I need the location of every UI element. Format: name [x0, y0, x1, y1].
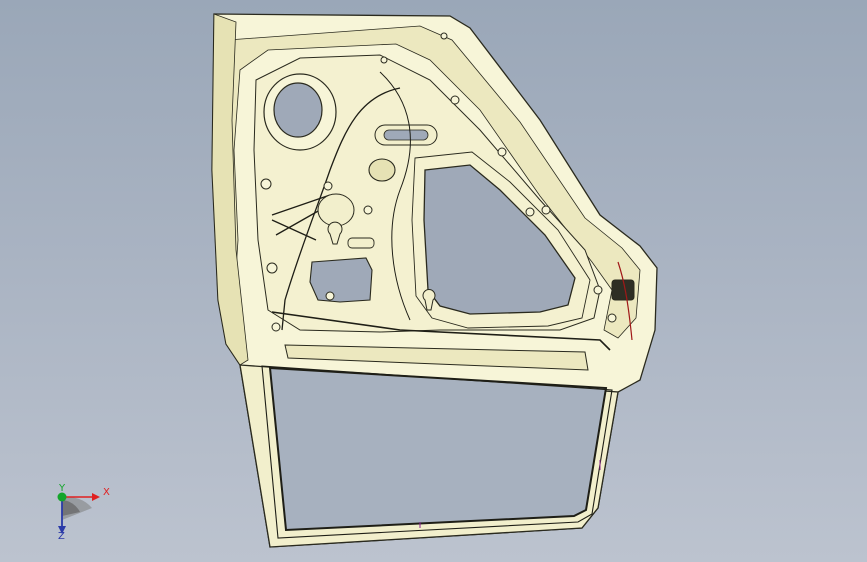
upper-slot-inner [383, 129, 429, 141]
model-viewport[interactable]: X Y Z [0, 0, 867, 562]
lower-access-opening [309, 257, 373, 303]
latch-housing [368, 158, 396, 182]
door-inner-panel-model[interactable] [0, 0, 867, 562]
z-axis-label: Z [58, 531, 65, 542]
x-axis-label: X [103, 487, 110, 498]
x-axis-arrow [92, 493, 100, 501]
clip-slot [347, 237, 375, 249]
lock-cylinder [317, 193, 355, 227]
y-axis-label: Y [59, 483, 66, 494]
window-opening [268, 366, 608, 532]
speaker-hole [273, 82, 323, 138]
